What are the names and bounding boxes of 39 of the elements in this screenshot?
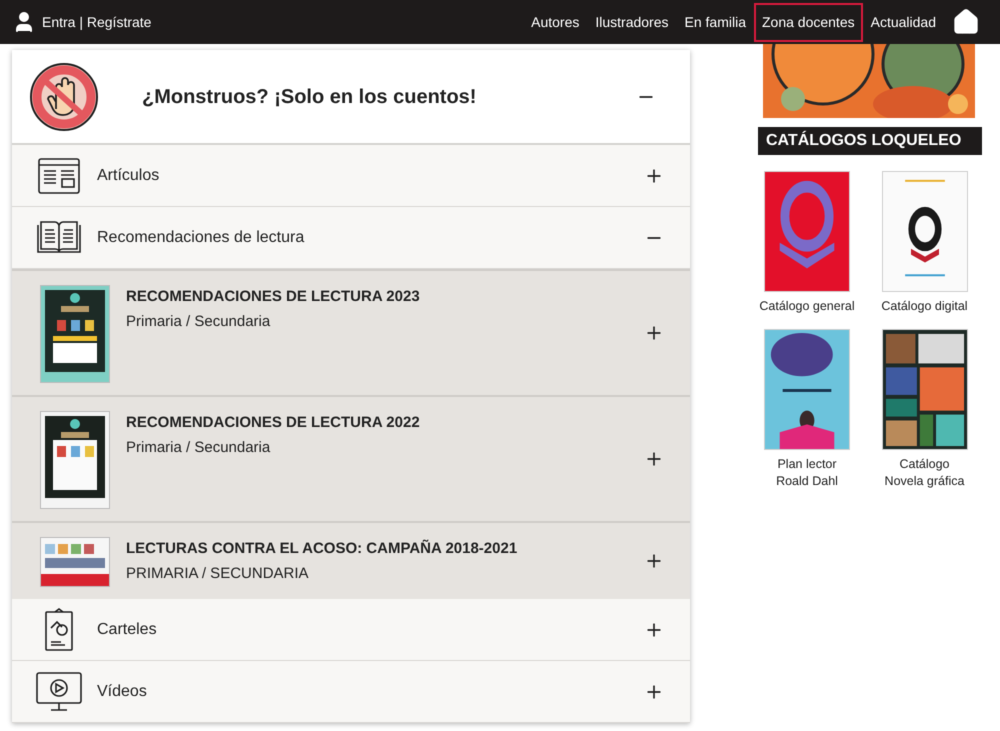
resource-title: RECOMENDACIONES DE LECTURA 2023 [126,287,420,307]
video-monitor-icon [36,672,82,712]
resource-item[interactable]: LECTURAS CONTRA EL ACOSO: CAMPAÑA 2018-2021 PRIMARIA / SECUNDARIA [12,521,690,599]
catalog-label: Plan lector Roald Dahl [776,456,838,490]
section-header[interactable]: Recomendaciones de lectura [12,207,690,269]
nav-link[interactable]: Zona docentes [754,2,863,42]
resource-item[interactable]: RECOMENDACIONES DE LECTURA 2022 Primaria / Secundaria [12,395,690,521]
nav-link[interactable]: Autores [523,2,588,42]
accordion-title: ¿Monstruos? ¡Solo en los cuentos! [142,84,476,110]
resource-subtitle: Primaria / Secundaria [126,312,272,332]
nav-link[interactable]: En familia [676,2,754,42]
home-icon[interactable] [952,8,980,36]
resource-subtitle: PRIMARIA / SECUNDARIA [126,564,310,584]
resource-item[interactable]: RECOMENDACIONES DE LECTURA 2023 Primaria / Secundaria [12,269,690,395]
section-header[interactable]: Carteles [12,599,690,661]
open-book-icon [35,220,83,256]
resource-title: LECTURAS CONTRA EL ACOSO: CAMPAÑA 2018-2021 [126,538,518,559]
nav-link[interactable]: Actualidad [862,2,944,42]
poster-icon [44,608,74,652]
section-header[interactable]: Artículos [12,145,690,207]
catalogs-heading: CATÁLOGOS LOQUELEO [758,127,982,155]
section-label: Vídeos [97,682,147,702]
section-label: Artículos [97,166,160,186]
login-register-link[interactable]: Entra | Regístrate [42,12,152,32]
section-label: Recomendaciones de lectura [97,228,304,248]
nav-link[interactable]: Ilustradores [587,2,677,42]
resource-subtitle: Primaria / Secundaria [126,438,272,458]
catalog-card[interactable]: Catálogo digital [862,171,987,315]
catalog-card[interactable]: Catálogo Novela gráfica [862,329,987,490]
resource-title: RECOMENDACIONES DE LECTURA 2022 [126,413,420,433]
catalog-label: Catálogo general [759,298,855,315]
article-window-icon [38,158,80,194]
section-label: Carteles [97,620,157,640]
catalog-card[interactable]: Plan lector Roald Dahl [752,329,862,490]
no-hand-icon [28,60,100,132]
section-header[interactable]: Vídeos [12,661,690,723]
catalog-label: Catálogo Novela gráfica [884,456,964,490]
catalog-card[interactable]: Catálogo general [752,171,862,315]
catalog-label: Catálogo digital [881,298,968,315]
